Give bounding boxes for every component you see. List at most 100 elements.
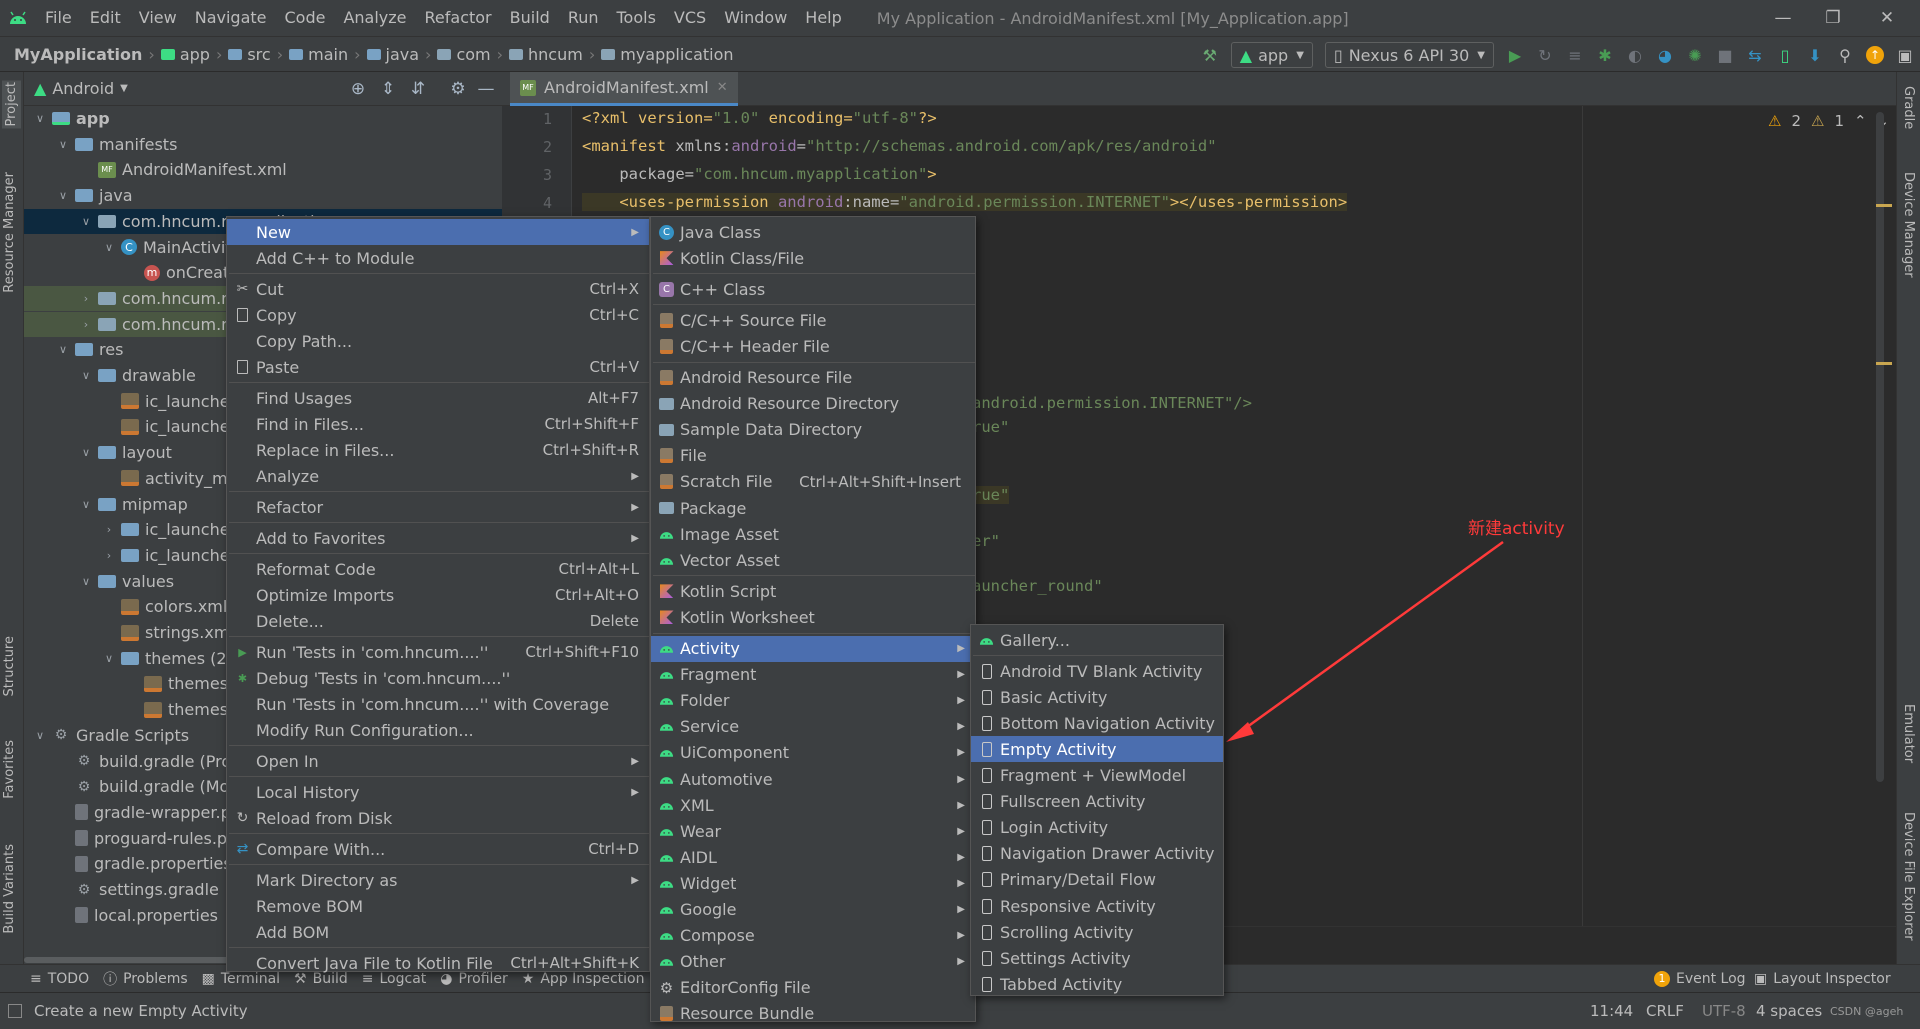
context_menu-item-new[interactable]: New ▶ xyxy=(227,219,649,245)
tree-item[interactable]: MF AndroidManifest.xml xyxy=(24,157,502,182)
new_menu-item-kotlin-worksheet[interactable]: Kotlin Worksheet xyxy=(651,604,975,630)
new_menu-item-sample-data-directory[interactable]: Sample Data Directory xyxy=(651,417,975,443)
new_menu-item-activity[interactable]: Activity ▶ xyxy=(651,635,975,662)
expanded-chevron-icon[interactable]: ∨ xyxy=(78,498,94,511)
close-tab-icon[interactable]: ✕ xyxy=(717,80,728,95)
menu-view[interactable]: View xyxy=(130,0,186,36)
run-icon[interactable]: ▶ xyxy=(1500,37,1530,73)
context_menu-item-mark-directory-as[interactable]: Mark Directory as ▶ xyxy=(227,867,649,893)
search-icon[interactable]: ⚲ xyxy=(1830,37,1860,73)
context_menu-item-copy-path[interactable]: Copy Path... xyxy=(227,328,649,354)
expanded-chevron-icon[interactable]: ∨ xyxy=(78,575,94,588)
breadcrumb-item[interactable]: com xyxy=(456,45,490,64)
menu-tools[interactable]: Tools xyxy=(608,0,665,36)
stop-icon[interactable]: ■ xyxy=(1710,37,1740,73)
expanded-chevron-icon[interactable]: ∨ xyxy=(55,138,71,151)
menu-file[interactable]: File xyxy=(36,0,81,36)
collapsed-chevron-icon[interactable]: › xyxy=(78,292,94,305)
event-log-tab[interactable]: 1 Event Log xyxy=(1654,970,1746,987)
device-select[interactable]: ▯ Nexus 6 API 30 ▼ xyxy=(1324,42,1494,68)
error-stripe-mark[interactable] xyxy=(1876,362,1892,365)
new_menu-item-java-class[interactable]: C Java Class xyxy=(651,219,975,245)
new_menu-item-widget[interactable]: Widget ▶ xyxy=(651,870,975,896)
breadcrumb-item[interactable]: main xyxy=(308,45,348,64)
activity_menu-item-settings-activity[interactable]: Settings Activity xyxy=(971,945,1223,971)
new_menu-item-other[interactable]: Other ▶ xyxy=(651,949,975,975)
context_menu-item-reformat-code[interactable]: Reformat Code Ctrl+Alt+L xyxy=(227,556,649,582)
tree-item[interactable]: ∨ java xyxy=(24,183,502,208)
activity_menu-item-tabbed-activity[interactable]: Tabbed Activity xyxy=(971,971,1223,997)
inspection-indicator[interactable]: ⚠2 ⚠1 ⌃ ⌄ xyxy=(1768,112,1889,130)
menu-run[interactable]: Run xyxy=(559,0,608,36)
expanded-chevron-icon[interactable]: ∨ xyxy=(78,446,94,459)
activity_menu-item-login-activity[interactable]: Login Activity xyxy=(971,815,1223,841)
collapse-all-icon[interactable]: ⇵ xyxy=(404,72,432,106)
new_menu-item-kotlin-script[interactable]: Kotlin Script xyxy=(651,578,975,604)
new_menu-item-c-c-source-file[interactable]: C/C++ Source File xyxy=(651,307,975,333)
context_menu-item-refactor[interactable]: Refactor ▶ xyxy=(227,494,649,520)
activity_menu-item-responsive-activity[interactable]: Responsive Activity xyxy=(971,893,1223,919)
context_menu-item-cut[interactable]: ✂ Cut Ctrl+X xyxy=(227,276,649,302)
collapsed-chevron-icon[interactable]: › xyxy=(101,523,117,536)
context_menu-item-modify-run-configuration[interactable]: Modify Run Configuration... xyxy=(227,717,649,743)
context_menu-item-add-c-to-module[interactable]: Add C++ to Module xyxy=(227,245,649,271)
context_menu-item-add-to-favorites[interactable]: Add to Favorites ▶ xyxy=(227,525,649,551)
context_menu-item-run-tests-in-com-hncum[interactable]: ▶ Run 'Tests in 'com.hncum....'' Ctrl+Shif… xyxy=(227,639,649,665)
context_menu-item-debug-tests-in-com-hncum[interactable]: ✱ Debug 'Tests in 'com.hncum....'' xyxy=(227,665,649,691)
expand-all-icon[interactable]: ⇕ xyxy=(374,72,402,106)
expanded-chevron-icon[interactable]: ∨ xyxy=(55,189,71,202)
error-stripe-mark[interactable] xyxy=(1876,204,1892,207)
breadcrumb-item[interactable]: src xyxy=(247,45,270,64)
new_menu-item-google[interactable]: Google ▶ xyxy=(651,897,975,923)
new_menu-item-c-class[interactable]: C C++ Class xyxy=(651,276,975,302)
menu-build[interactable]: Build xyxy=(501,0,559,36)
context_menu-item-delete[interactable]: Delete... Delete xyxy=(227,608,649,634)
apply-code-changes-icon[interactable]: ≡ xyxy=(1560,37,1590,73)
context_menu-item-replace-in-files[interactable]: Replace in Files... Ctrl+Shift+R xyxy=(227,437,649,463)
context_menu-item-convert-java-file-to-kotlin-file[interactable]: Convert Java File to Kotlin File Ctrl+Alt… xyxy=(227,950,649,976)
activity_menu-item-primary-detail-flow[interactable]: Primary/Detail Flow xyxy=(971,867,1223,893)
sdk-manager-icon[interactable]: ⬇ xyxy=(1800,37,1830,73)
todo-tab[interactable]: ≡ TODO xyxy=(30,971,89,987)
update-icon[interactable]: ↑ xyxy=(1860,37,1890,73)
breadcrumb-item[interactable]: app xyxy=(180,45,210,64)
menu-window[interactable]: Window xyxy=(715,0,796,36)
new_menu-item-service[interactable]: Service ▶ xyxy=(651,714,975,740)
menu-navigate[interactable]: Navigate xyxy=(186,0,276,36)
restore-icon[interactable]: ❐ xyxy=(1810,0,1856,36)
new_menu-item-resource-bundle[interactable]: Resource Bundle xyxy=(651,1001,975,1027)
layout-inspector-tab[interactable]: ▣ Layout Inspector xyxy=(1754,971,1891,987)
context_menu-item-analyze[interactable]: Analyze ▶ xyxy=(227,463,649,489)
activity_menu-item-android-tv-blank-activity[interactable]: Android TV Blank Activity xyxy=(971,658,1223,684)
device-manager-icon[interactable]: ▯ xyxy=(1770,37,1800,73)
menu-edit[interactable]: Edit xyxy=(81,0,130,36)
context_menu-item-add-bom[interactable]: Add BOM xyxy=(227,919,649,945)
context_menu-item-copy[interactable]: Copy Ctrl+C xyxy=(227,302,649,328)
new_menu-item-wear[interactable]: Wear ▶ xyxy=(651,818,975,844)
new_menu-item-uicomponent[interactable]: UiComponent ▶ xyxy=(651,740,975,766)
context_menu-item-paste[interactable]: Paste Ctrl+V xyxy=(227,354,649,380)
expanded-chevron-icon[interactable]: ∨ xyxy=(32,112,48,125)
menu-analyze[interactable]: Analyze xyxy=(334,0,415,36)
context_menu-item-open-in[interactable]: Open In ▶ xyxy=(227,748,649,774)
new_menu-item-editorconfig-file[interactable]: ⚙ EditorConfig File xyxy=(651,975,975,1001)
menu-refactor[interactable]: Refactor xyxy=(416,0,501,36)
coverage-icon[interactable]: ✺ xyxy=(1680,37,1710,73)
context_menu-item-remove-bom[interactable]: Remove BOM xyxy=(227,893,649,919)
file-encoding[interactable]: UTF-8 xyxy=(1702,1002,1746,1020)
new_menu-item-android-resource-file[interactable]: Android Resource File xyxy=(651,365,975,391)
activity_menu-item-bottom-navigation-activity[interactable]: Bottom Navigation Activity xyxy=(971,710,1223,736)
android-logo-icon[interactable]: ▣ xyxy=(1890,37,1920,73)
context_menu-item-run-tests-in-com-hncum-with-coverage[interactable]: Run 'Tests in 'com.hncum....'' with Cove… xyxy=(227,691,649,717)
profile-icon[interactable]: ◕ xyxy=(1650,37,1680,73)
favorites-tab[interactable]: Favorites xyxy=(2,740,17,799)
new_menu-item-compose[interactable]: Compose ▶ xyxy=(651,923,975,949)
device-manager-tab[interactable]: Device Manager xyxy=(1901,172,1916,278)
close-icon[interactable]: ✕ xyxy=(1864,0,1910,36)
new_menu-item-scratch-file[interactable]: Scratch File Ctrl+Alt+Shift+Insert xyxy=(651,469,975,495)
new_menu-item-fragment[interactable]: Fragment ▶ xyxy=(651,662,975,688)
tab-androidmanifest[interactable]: MF AndroidManifest.xml ✕ xyxy=(510,72,738,106)
menu-vcs[interactable]: VCS xyxy=(665,0,715,36)
project-tool-tab[interactable]: Project xyxy=(2,80,21,129)
activity_menu-item-gallery[interactable]: Gallery... xyxy=(971,627,1223,653)
